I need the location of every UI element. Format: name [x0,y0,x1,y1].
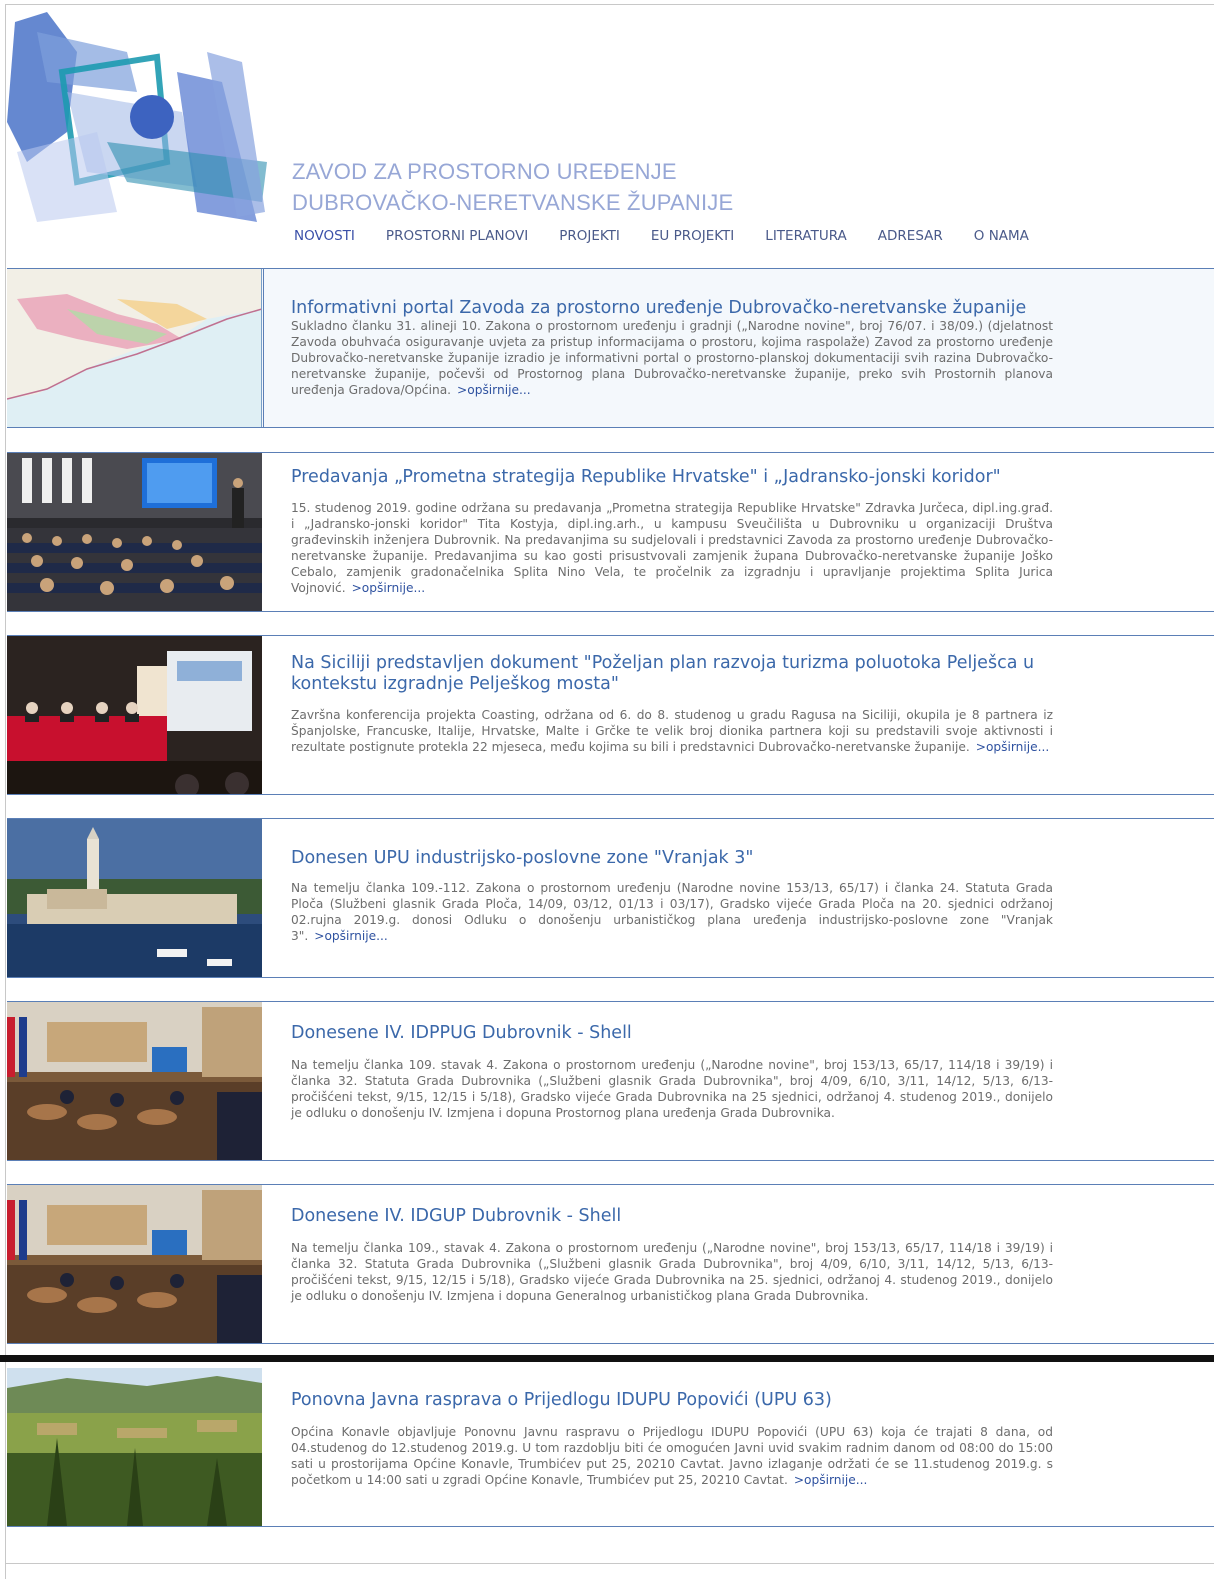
nav-novosti[interactable]: NOVOSTI [294,228,355,244]
entry-divider [7,611,1214,612]
entry-title[interactable]: Donesen UPU industrijsko-poslovne zone "… [291,848,1061,869]
entry-body: Na temelju članka 109.-112. Zakona o pro… [291,881,1053,943]
news-entry: Predavanja „Prometna strategija Republik… [7,452,1214,612]
entry-text: Sukladno članku 31. alineji 10. Zakona o… [291,318,1053,398]
entry-text: Općina Konavle objavljuje Ponovnu Javnu … [291,1424,1053,1488]
read-more-link[interactable]: >opširnije... [457,383,531,397]
entry-text: Na temelju članka 109., stavak 4. Zakona… [291,1240,1053,1304]
entry-divider [7,1526,1214,1527]
entry-divider [7,794,1214,795]
nav-eu-projekti[interactable]: EU PROJEKTI [651,228,734,244]
entry-thumbnail[interactable] [7,1185,262,1343]
nav-adresar[interactable]: ADRESAR [878,228,943,244]
entry-divider [7,977,1214,978]
entry-body: Na temelju članka 109. stavak 4. Zakona … [291,1058,1053,1120]
nav-prostorni-planovi[interactable]: PROSTORNI PLANOVI [386,228,528,244]
entry-thumbnail[interactable] [7,819,262,977]
nav-literatura[interactable]: LITERATURA [765,228,847,244]
page-bottom-border [5,1563,1214,1564]
entry-thumbnail[interactable] [7,269,262,427]
site-header: ZAVOD ZA PROSTORNO UREĐENJE DUBROVAČKO-N… [7,12,1214,264]
read-more-link[interactable]: >opširnije... [794,1473,868,1487]
news-entry: Informativni portal Zavoda za prostorno … [7,268,1214,428]
entry-title[interactable]: Donesene IV. IDGUP Dubrovnik - Shell [291,1206,1061,1227]
news-entry: Na Siciliji predstavljen dokument "Požel… [7,635,1214,795]
institute-logo[interactable] [7,12,270,224]
entry-divider [7,1160,1214,1161]
entry-body: Sukladno članku 31. alineji 10. Zakona o… [291,319,1053,397]
site-title-line2: DUBROVAČKO-NERETVANSKE ŽUPANIJE [292,190,734,215]
entry-text: Na temelju članka 109. stavak 4. Zakona … [291,1057,1053,1121]
entry-title[interactable]: Ponovna Javna rasprava o Prijedlogu IDUP… [291,1390,1061,1411]
news-entry: Donesen UPU industrijsko-poslovne zone "… [7,818,1214,978]
entry-title[interactable]: Donesene IV. IDPPUG Dubrovnik - Shell [291,1023,1061,1044]
news-entry: Ponovna Javna rasprava o Prijedlogu IDUP… [7,1368,1214,1528]
entry-text: Završna konferencija projekta Coasting, … [291,707,1053,755]
entry-title[interactable]: Informativni portal Zavoda za prostorno … [291,298,1061,319]
site-title[interactable]: ZAVOD ZA PROSTORNO UREĐENJE DUBROVAČKO-N… [292,156,733,218]
entry-text: 15. studenog 2019. godine održana su pre… [291,500,1053,596]
read-more-link[interactable]: >opširnije... [314,929,388,943]
nav-o-nama[interactable]: O NAMA [974,228,1029,244]
read-more-link[interactable]: >opširnije... [976,740,1050,754]
site-title-line1: ZAVOD ZA PROSTORNO UREĐENJE [292,159,677,184]
entry-thumbnail[interactable] [7,1368,262,1526]
entry-body: Na temelju članka 109., stavak 4. Zakona… [291,1241,1053,1303]
entry-body: Završna konferencija projekta Coasting, … [291,708,1053,754]
entry-thumbnail[interactable] [7,1002,262,1160]
entry-thumbnail[interactable] [7,636,262,794]
read-more-link[interactable]: >opširnije... [352,581,426,595]
main-nav: NOVOSTI PROSTORNI PLANOVI PROJEKTI EU PR… [294,228,1060,244]
entry-text: Na temelju članka 109.-112. Zakona o pro… [291,880,1053,944]
news-entry: Donesene IV. IDGUP Dubrovnik - Shell Na … [7,1184,1214,1344]
entry-thumbnail[interactable] [7,453,262,611]
entry-body: Općina Konavle objavljuje Ponovnu Javnu … [291,1425,1053,1487]
news-entry: Donesene IV. IDPPUG Dubrovnik - Shell Na… [7,1001,1214,1161]
entry-title[interactable]: Na Siciliji predstavljen dokument "Požel… [291,653,1061,695]
entry-divider [7,427,1214,428]
nav-projekti[interactable]: PROJEKTI [559,228,620,244]
section-separator [0,1355,1214,1362]
entry-divider [7,1343,1214,1344]
entry-title[interactable]: Predavanja „Prometna strategija Republik… [291,467,1061,488]
